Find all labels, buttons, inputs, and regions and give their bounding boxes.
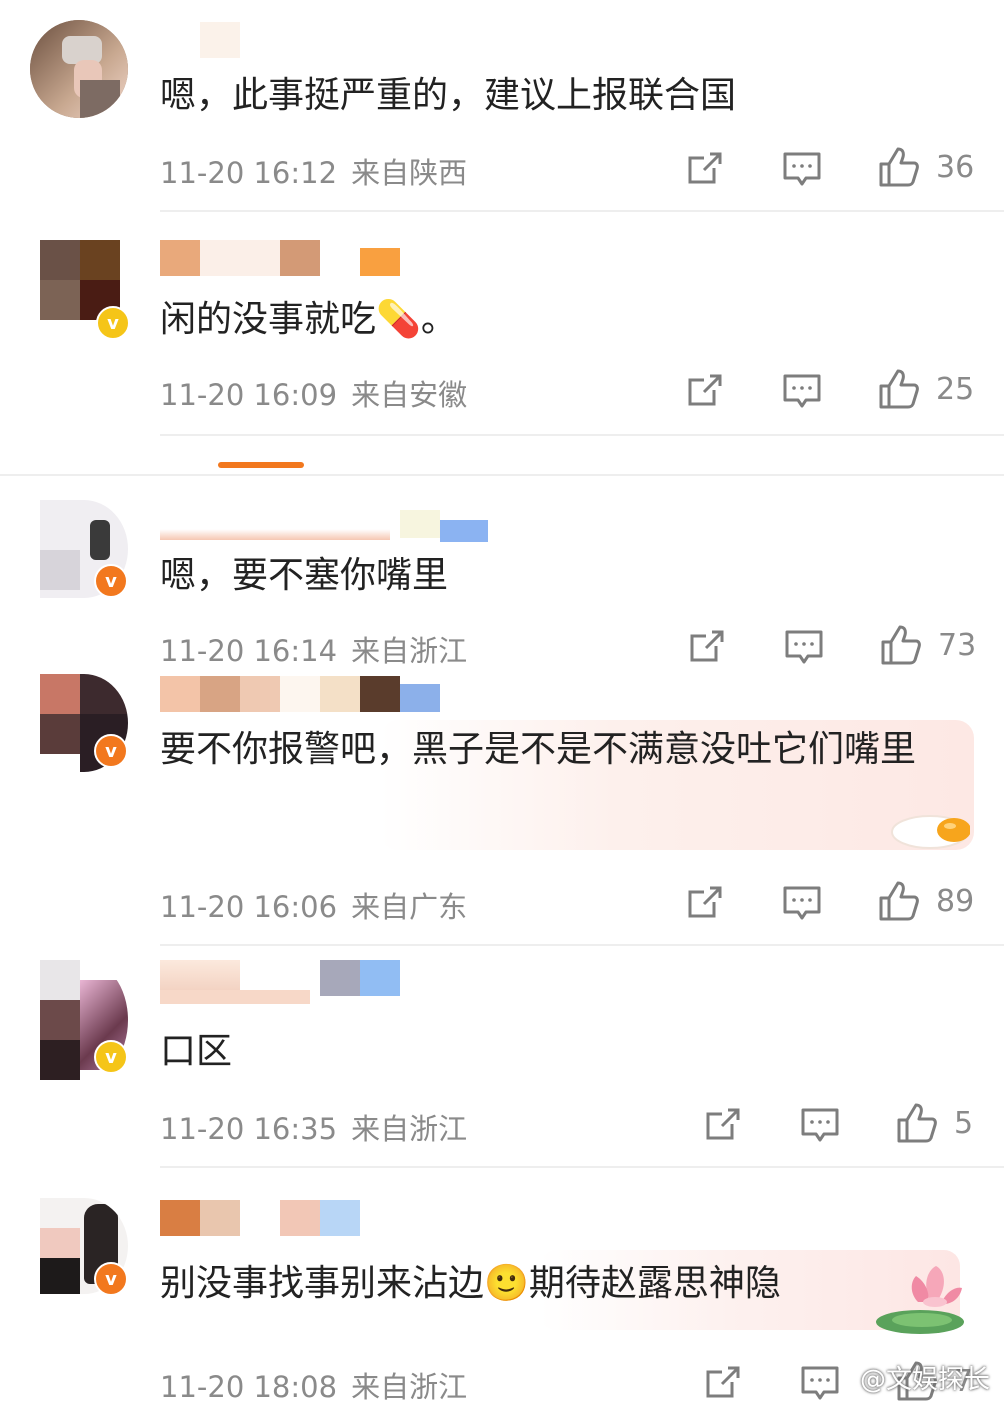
- share-icon[interactable]: [704, 1364, 742, 1404]
- comment-icon[interactable]: [782, 372, 822, 414]
- comment-text: 别没事找事别来沾边🙂期待赵露思神隐: [160, 1263, 781, 1304]
- comment-item: v 闲的没事就吃💊。 11-20 16:09 来自安徽 25: [0, 212, 1004, 436]
- comment-item: v 别没事找事别来沾边🙂期待赵露思神隐 11-20 18:08 来自浙江 7: [0, 1168, 1004, 1410]
- share-icon[interactable]: [686, 372, 724, 412]
- tab-indicator: [218, 462, 304, 468]
- like-count: 36: [936, 150, 975, 185]
- comment-text: 嗯，此事挺严重的，建议上报联合国: [160, 75, 737, 116]
- avatar[interactable]: [30, 20, 128, 118]
- comment-item: v 要不你报警吧，黑子是不是不满意没吐它们嘴里 11-20 16:06 来自广东 …: [0, 660, 1004, 946]
- divider: [160, 434, 1004, 436]
- comment-item: 嗯，此事挺严重的，建议上报联合国 11-20 16:12 来自陕西 36: [0, 0, 1004, 212]
- comment-time: 11-20 16:06: [160, 890, 338, 924]
- like-count: 73: [938, 628, 977, 663]
- comment-icon[interactable]: [800, 1106, 840, 1148]
- comment-icon[interactable]: [800, 1364, 840, 1406]
- comment-item: v 口区 11-20 16:35 来自浙江 5: [0, 946, 1004, 1168]
- comment-icon[interactable]: [782, 150, 822, 192]
- comment-location: 来自安徽: [351, 378, 468, 412]
- like-icon[interactable]: [896, 1102, 938, 1148]
- comment-text: 闲的没事就吃💊。: [160, 299, 457, 340]
- comment-meta: 11-20 18:08 来自浙江: [160, 1364, 467, 1406]
- like-count: 25: [936, 372, 975, 407]
- comment-meta: 11-20 16:12 来自陕西: [160, 150, 467, 192]
- verified-badge-icon: v: [94, 564, 128, 598]
- verified-badge-icon: v: [94, 1262, 128, 1296]
- comment-text: 要不你报警吧，黑子是不是不满意没吐它们嘴里: [160, 729, 917, 770]
- comment-location: 来自浙江: [351, 1112, 468, 1146]
- fried-egg-decoration: [878, 808, 971, 852]
- comment-meta: 11-20 16:35 来自浙江: [160, 1106, 467, 1148]
- verified-badge-icon: v: [94, 1040, 128, 1074]
- share-icon[interactable]: [686, 150, 724, 190]
- comment-icon[interactable]: [782, 884, 822, 926]
- verified-badge-icon: v: [94, 734, 128, 768]
- share-icon[interactable]: [704, 1106, 742, 1146]
- like-icon[interactable]: [878, 368, 920, 414]
- comment-text: 嗯，要不塞你嘴里: [160, 555, 449, 596]
- comment-location: 来自广东: [351, 890, 468, 924]
- comment-location: 来自浙江: [351, 1370, 468, 1404]
- comment-meta: 11-20 16:09 来自安徽: [160, 372, 467, 414]
- comment-location: 来自陕西: [351, 156, 468, 190]
- comment-text: 口区: [160, 1031, 233, 1072]
- comment-time: 11-20 16:09: [160, 378, 338, 412]
- like-count: 89: [936, 884, 975, 919]
- comment-meta: 11-20 16:06 来自广东: [160, 884, 467, 926]
- comment-time: 11-20 18:08: [160, 1370, 338, 1404]
- like-icon[interactable]: [878, 880, 920, 926]
- like-count: 5: [954, 1106, 974, 1141]
- comment-time: 11-20 16:35: [160, 1112, 338, 1146]
- comment-time: 11-20 16:12: [160, 156, 338, 190]
- comment-item: v 嗯，要不塞你嘴里 11-20 16:14 来自浙江 73: [0, 476, 1004, 668]
- watermark: @文娱探长: [859, 1365, 990, 1395]
- verified-badge-icon: v: [96, 306, 130, 340]
- like-icon[interactable]: [878, 146, 920, 192]
- share-icon[interactable]: [686, 884, 724, 924]
